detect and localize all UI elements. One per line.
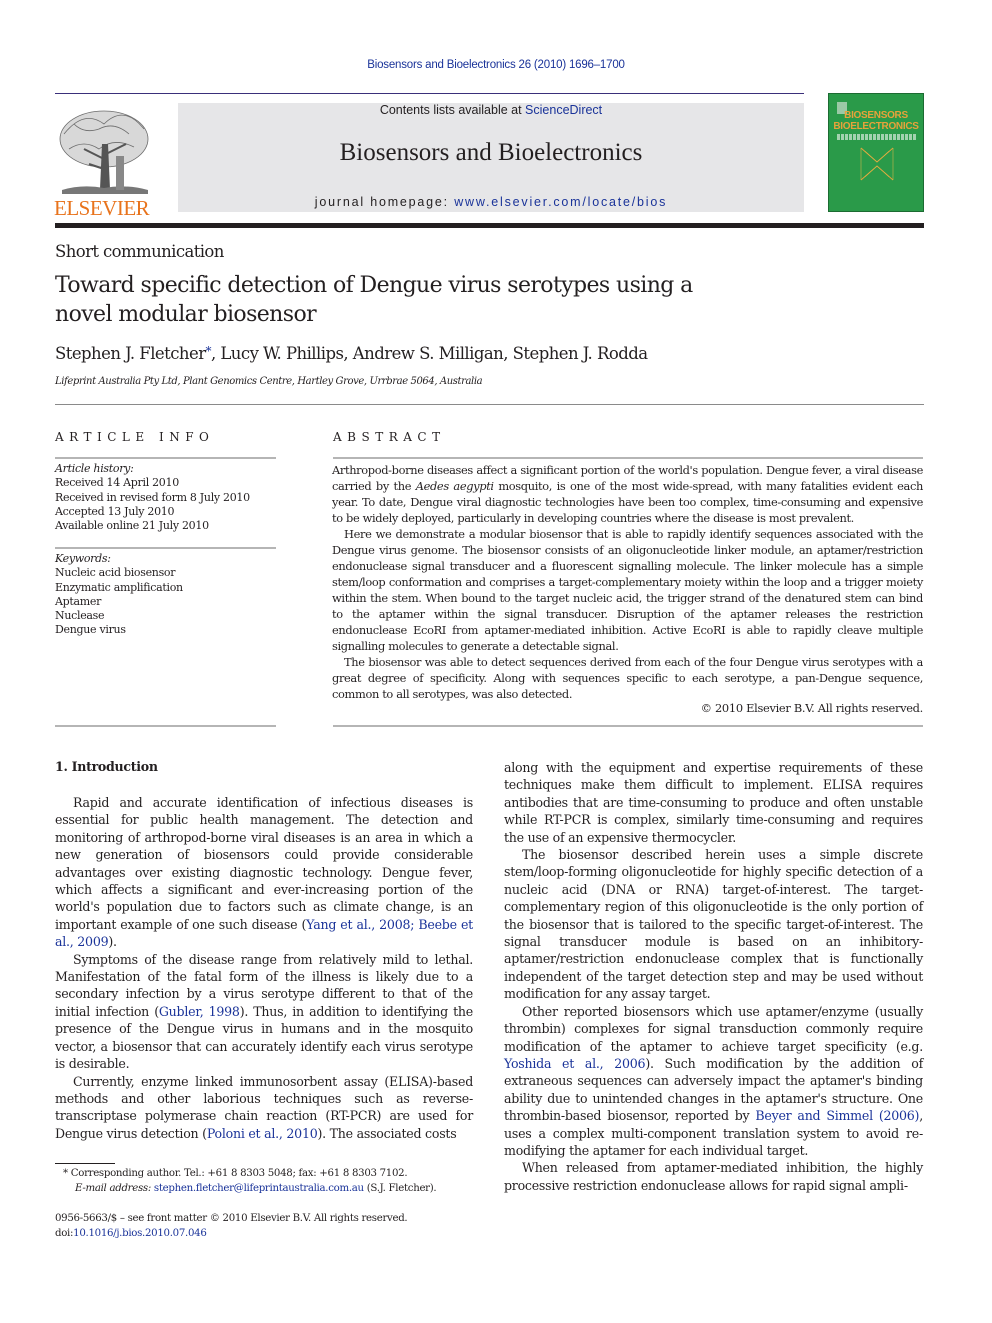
citation-link[interactable]: Yoshida et al., 2006 (504, 1056, 646, 1071)
keyword-item: Dengue virus (55, 623, 126, 637)
journal-homepage-line: journal homepage: www.elsevier.com/locat… (178, 195, 804, 209)
body-paragraph: Symptoms of the disease range from relat… (55, 951, 474, 1072)
abstract-paragraph: Arthropod-borne diseases affect a signif… (332, 463, 924, 525)
citation-link[interactable]: Gubler, 1998 (159, 1004, 240, 1019)
history-item: Accepted 13 July 2010 (55, 504, 175, 518)
paper-title: Toward specific detection of Dengue viru… (55, 273, 693, 327)
email-label: E-mail address: (75, 1182, 154, 1194)
species-name: Aedes aegypti (415, 479, 494, 493)
doi-link[interactable]: 10.1016/j.bios.2010.07.046 (73, 1228, 207, 1239)
citation-link[interactable]: Beyer and Simmel (2006) (755, 1108, 919, 1123)
email-link[interactable]: stephen.fletcher@lifeprintaustralia.com.… (154, 1183, 364, 1194)
issn-doi-block: 0956-5663/$ – see front matter © 2010 El… (55, 1212, 485, 1241)
footnote-contact: * Corresponding author. Tel.: +61 8 8303… (63, 1168, 408, 1179)
abstract-heading: ABSTRACT (333, 430, 446, 444)
body-paragraph: Other reported biosensors which use apta… (504, 1003, 923, 1158)
body-paragraph: Currently, enzyme linked immunosorbent a… (55, 1073, 473, 1141)
body-paragraph: along with the equipment and expertise r… (504, 760, 923, 845)
article-type: Short communication (55, 242, 224, 261)
running-head[interactable]: Biosensors and Bioelectronics 26 (2010) … (0, 59, 992, 71)
keyword-item: Nucleic acid biosensor (55, 566, 176, 580)
article-info-heading: ARTICLE INFO (55, 430, 215, 444)
section-heading-introduction: 1. Introduction (55, 759, 158, 774)
footnote-email-line: E-mail address: stephen.fletcher@lifepri… (75, 1182, 437, 1194)
citation-link[interactable]: Poloni et al., 2010 (207, 1126, 318, 1141)
abstract-paragraph: The biosensor was able to detect sequenc… (332, 655, 923, 701)
cover-hourglass-graphic-icon (860, 147, 894, 181)
doi-line: doi:10.1016/j.bios.2010.07.046 (55, 1227, 207, 1239)
article-info-rule (55, 457, 276, 459)
sciencedirect-link[interactable]: ScienceDirect (525, 103, 602, 117)
header-rule (55, 93, 804, 94)
journal-cover-thumbnail[interactable]: BIOSENSORS BIOELECTRONICS (828, 93, 924, 212)
body-paragraph: When released from aptamer-mediated inhi… (504, 1160, 923, 1193)
contents-line: Contents lists available at ScienceDirec… (178, 103, 804, 117)
homepage-prefix: journal homepage: (314, 195, 455, 209)
body-paragraph: Rapid and accurate identification of inf… (55, 795, 473, 950)
keywords-label: Keywords: (55, 552, 111, 565)
corresponding-author-footnote: * Corresponding author. Tel.: +61 8 8303… (55, 1167, 485, 1196)
cover-subtitle (837, 134, 917, 140)
keywords-rule (55, 547, 276, 549)
other-authors: , Lucy W. Phillips, Andrew S. Milligan, … (211, 344, 648, 363)
title-divider (55, 404, 924, 405)
abstract-paragraph: Here we demonstrate a modular biosensor … (332, 527, 923, 653)
footnote-rule (55, 1163, 115, 1164)
body-left-column: Rapid and accurate identification of inf… (55, 794, 473, 1142)
author-list: Stephen J. Fletcher*, Lucy W. Phillips, … (55, 344, 815, 363)
author-name[interactable]: Stephen J. Fletcher (55, 344, 206, 363)
history-item: Available online 21 July 2010 (55, 519, 209, 533)
article-history-label: Article history: (55, 462, 134, 475)
masthead-thick-rule (55, 223, 924, 228)
history-item: Received in revised form 8 July 2010 (55, 490, 250, 504)
article-info-bottom-rule (55, 725, 276, 727)
cover-title: BIOSENSORS BIOELECTRONICS (829, 110, 923, 132)
abstract-body: Arthropod-borne diseases affect a signif… (332, 462, 923, 702)
cover-title-line2: BIOELECTRONICS (833, 121, 919, 132)
keyword-item: Aptamer (55, 594, 102, 608)
abstract-rule (333, 457, 923, 459)
abstract-copyright: © 2010 Elsevier B.V. All rights reserved… (700, 701, 924, 715)
citation-link[interactable]: Yang et al., 2008 (306, 917, 410, 932)
issn-line: 0956-5663/$ – see front matter © 2010 El… (55, 1213, 408, 1224)
cover-title-line1: BIOSENSORS (844, 110, 908, 121)
affiliation: Lifeprint Australia Pty Ltd, Plant Genom… (55, 376, 483, 387)
body-right-column: along with the equipment and expertise r… (504, 759, 923, 1194)
article-history: Article history: Received 14 April 2010 … (55, 462, 280, 533)
keyword-item: Enzymatic amplification (55, 580, 183, 594)
body-paragraph: The biosensor described herein uses a si… (504, 847, 923, 1002)
journal-homepage-link[interactable]: www.elsevier.com/locate/bios (454, 195, 667, 209)
history-item: Received 14 April 2010 (55, 476, 179, 490)
journal-name: Biosensors and Bioelectronics (339, 139, 643, 166)
keywords: Keywords: Nucleic acid biosensor Enzymat… (55, 552, 280, 638)
abstract-bottom-rule (333, 725, 923, 727)
keyword-item: Nuclease (55, 609, 105, 623)
elsevier-wordmark: ELSEVIER (54, 196, 150, 220)
contents-prefix: Contents lists available at (379, 103, 526, 117)
